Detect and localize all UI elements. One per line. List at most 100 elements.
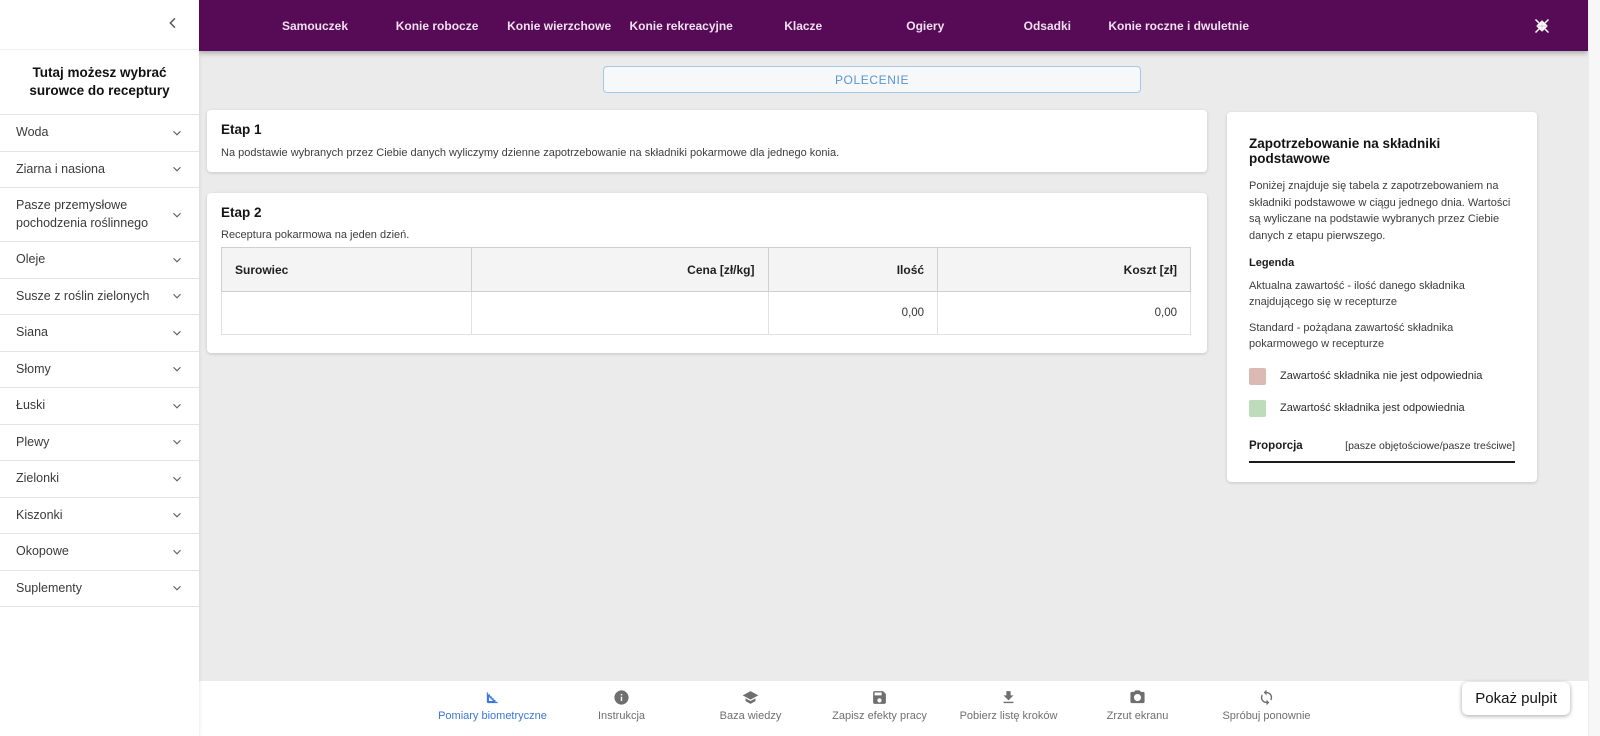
nav-item[interactable]: Konie wierzchowe	[498, 19, 620, 33]
table-cell	[221, 291, 472, 335]
table-header-cell: Ilość	[767, 247, 939, 292]
save-icon	[871, 689, 888, 706]
chevron-down-icon	[170, 435, 184, 449]
chevron-down-icon	[170, 289, 184, 303]
chevron-down-icon	[170, 545, 184, 559]
sidebar-category-label: Kiszonki	[16, 507, 63, 522]
sidebar-category-item[interactable]: Woda	[0, 114, 199, 151]
requirements-panel: Zapotrzebowanie na składniki podstawowe …	[1227, 112, 1537, 482]
sidebar-collapse-button[interactable]	[161, 13, 185, 37]
info-icon	[613, 689, 630, 706]
sidebar-category-label: Ziarna i nasiona	[16, 161, 105, 176]
sidebar-category-item[interactable]: Siana	[0, 314, 199, 351]
bottom-toolbar: Pomiary biometryczne Instrukcja Baza wie…	[199, 681, 1600, 736]
sidebar-category-label: Pasze przemysłowe pochodzenia roślinnego	[16, 198, 149, 230]
sidebar-category-item[interactable]: Słomy	[0, 350, 199, 388]
sidebar-category-label: Okopowe	[16, 544, 69, 559]
toolbar-item[interactable]: Pobierz listę kroków	[944, 689, 1073, 722]
toolbar-item[interactable]: Baza wiedzy	[686, 689, 815, 722]
legend-color-row: Zawartość składnika jest odpowiednia	[1249, 399, 1515, 417]
table-cell: 0,00	[767, 291, 939, 335]
sidebar-category-item[interactable]: Kiszonki	[0, 496, 199, 534]
sidebar-category-label: Susze z roślin zielonych	[16, 288, 150, 303]
nav-item[interactable]: Ogiery	[864, 19, 986, 33]
toolbar-item[interactable]: Zapisz efekty pracy	[815, 689, 944, 722]
nav-items: Samouczek Konie robocze Konie wierzchowe…	[254, 19, 1249, 33]
download-icon	[1000, 689, 1017, 706]
recipe-table: Surowiec Cena [zł/kg] Ilość Koszt [zł] 0,00…	[221, 247, 1191, 335]
camera-icon	[1129, 689, 1146, 706]
toolbar-item[interactable]: Pomiary biometryczne	[428, 689, 557, 722]
toolbar-items: Pomiary biometryczne Instrukcja Baza wie…	[428, 689, 1331, 722]
panel-title: Zapotrzebowanie na składniki podstawowe	[1249, 136, 1441, 166]
sidebar-category-item[interactable]: Zielonki	[0, 460, 199, 497]
top-nav: Samouczek Konie robocze Konie wierzchowe…	[199, 0, 1588, 51]
polecenie-button[interactable]: POLECENIE	[603, 66, 1141, 93]
sidebar-category-item[interactable]: Plewy	[0, 423, 199, 461]
etap1-title: Etap 1	[221, 122, 262, 137]
nav-item[interactable]: Konie robocze	[376, 19, 498, 33]
proportion-row: Proporcja [pasze objętościowe/pasze treś…	[1249, 440, 1515, 452]
legend-color-label: Zawartość składnika jest odpowiednia	[1280, 402, 1465, 415]
legend-definitions: Aktualna zawartość - ilość danego składn…	[1249, 279, 1515, 353]
sidebar-category-item[interactable]: Okopowe	[0, 533, 199, 570]
chevron-down-icon	[170, 126, 184, 140]
chevron-down-icon	[170, 472, 184, 486]
legend-color-swatch	[1249, 399, 1266, 417]
chevron-down-icon	[170, 253, 184, 267]
sidebar-category-item[interactable]: Oleje	[0, 241, 199, 278]
nav-item[interactable]: Klacze	[742, 19, 864, 33]
sidebar-category-label: Zielonki	[16, 471, 60, 486]
scrollbar[interactable]	[1588, 0, 1600, 736]
nav-item[interactable]: Samouczek	[254, 19, 376, 33]
legend-color-label: Zawartość składnika nie jest odpowiednia	[1280, 370, 1483, 383]
etap2-subtitle: Receptura pokarmowa na jeden dzień.	[221, 229, 410, 241]
toolbar-item-label: Spróbuj ponownie	[1222, 710, 1311, 722]
compress-icon[interactable]	[1530, 14, 1554, 38]
table-cell	[471, 291, 769, 335]
toolbar-item[interactable]: Zrzut ekranu	[1073, 689, 1202, 722]
legend-definition: Standard - pożądana zawartość składnika …	[1249, 321, 1454, 350]
chevron-down-icon	[170, 208, 184, 222]
sidebar-category-item[interactable]: Ziarna i nasiona	[0, 150, 199, 188]
chevron-down-icon	[170, 581, 184, 595]
sidebar-category-item[interactable]: Suplementy	[0, 569, 199, 608]
sidebar-category-label: Oleje	[16, 252, 46, 267]
table-header-cell: Koszt [zł]	[937, 247, 1191, 292]
chevron-down-icon	[170, 508, 184, 522]
show-desktop-button[interactable]: Pokaż pulpit	[1462, 682, 1570, 715]
chevron-left-icon	[165, 17, 181, 34]
legend-definition: Aktualna zawartość - ilość danego składn…	[1249, 280, 1465, 308]
toolbar-item-label: Zrzut ekranu	[1106, 710, 1169, 722]
legend-color-row: Zawartość składnika nie jest odpowiednia	[1249, 367, 1515, 385]
sidebar-category-label: Słomy	[16, 361, 51, 376]
toolbar-item-label: Baza wiedzy	[719, 710, 782, 722]
table-row: 0,00 0,00	[221, 291, 1191, 335]
nav-item[interactable]: Konie rekreacyjne	[620, 19, 742, 33]
panel-description: Poniżej znajduje się tabela z zapotrzebo…	[1249, 180, 1511, 242]
etap1-description: Na podstawie wybranych przez Ciebie dany…	[221, 147, 840, 159]
chevron-down-icon	[170, 162, 184, 176]
graduation-cap-icon	[742, 689, 759, 706]
sidebar-category-item[interactable]: Susze z roślin zielonych	[0, 277, 199, 315]
nav-item[interactable]: Konie roczne i dwuletnie	[1108, 19, 1249, 33]
table-header-cell: Cena [zł/kg]	[471, 247, 769, 292]
ruler-icon	[484, 689, 501, 706]
nav-item[interactable]: Odsadki	[986, 19, 1108, 33]
etap2-card: Etap 2 Receptura pokarmowa na jeden dzie…	[207, 193, 1207, 353]
sidebar-category-item[interactable]: Pasze przemysłowe pochodzenia roślinnego	[0, 187, 199, 242]
sidebar-category-label: Plewy	[16, 434, 50, 449]
legend-title: Legenda	[1249, 257, 1295, 269]
toolbar-item-label: Instrukcja	[597, 710, 646, 722]
table-cell: 0,00	[937, 291, 1191, 335]
toolbar-item-label: Pobierz listę kroków	[959, 710, 1058, 722]
proportion-divider	[1249, 460, 1515, 463]
toolbar-item[interactable]: Instrukcja	[557, 689, 686, 722]
toolbar-item-label: Zapisz efekty pracy	[832, 710, 927, 722]
chevron-down-icon	[170, 399, 184, 413]
toolbar-item[interactable]: Spróbuj ponownie	[1202, 689, 1331, 722]
proportion-label: Proporcja	[1249, 439, 1303, 452]
sidebar-category-item[interactable]: Łuski	[0, 387, 199, 424]
sidebar-category-label: Siana	[16, 325, 48, 340]
sidebar-category-label: Suplementy	[16, 580, 83, 595]
